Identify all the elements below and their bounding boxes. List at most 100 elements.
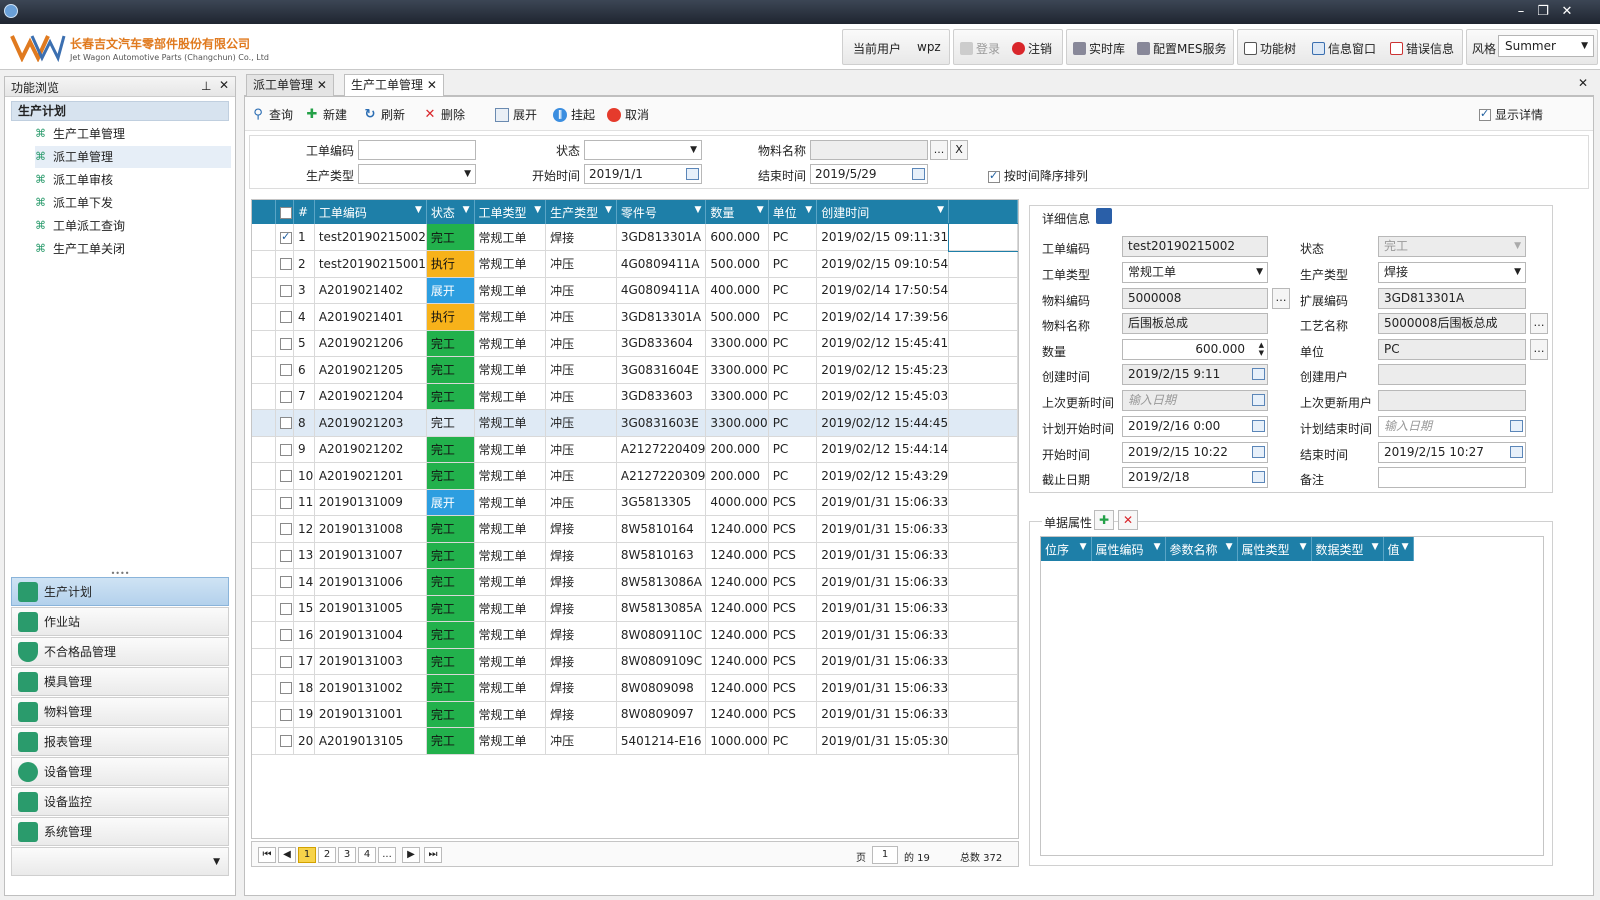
calendar-icon[interactable] bbox=[1252, 420, 1265, 432]
d-ext-code-input[interactable]: 3GD813301A bbox=[1378, 288, 1526, 309]
close-all-icon[interactable]: ✕ bbox=[1578, 76, 1588, 90]
col-header-part-no[interactable]: 零件号 ▼ bbox=[616, 200, 707, 224]
filter-icon[interactable]: ▼ bbox=[1402, 542, 1409, 552]
page-3-button[interactable]: 3 bbox=[338, 847, 356, 863]
props-col-type[interactable]: 属性类型 ▼ bbox=[1237, 537, 1312, 561]
filter-icon[interactable]: ▼ bbox=[695, 205, 702, 215]
props-col-value[interactable]: 值 ▼ bbox=[1383, 537, 1414, 561]
login-button[interactable]: 登录 bbox=[960, 40, 1000, 57]
prev-page-button[interactable]: ◀ bbox=[278, 847, 296, 863]
row-checkbox[interactable] bbox=[275, 383, 294, 410]
end-time-input[interactable]: 2019/5/29 bbox=[810, 164, 928, 184]
style-select[interactable]: Summer ▼ bbox=[1498, 35, 1594, 57]
d-start-input[interactable]: 2019/2/15 10:22 bbox=[1122, 442, 1268, 463]
col-header-prod-type[interactable]: 生产类型 ▼ bbox=[545, 200, 617, 224]
save-icon[interactable] bbox=[1096, 208, 1112, 224]
tree-item-order-dispatch-query[interactable]: ⌘ 工单派工查询 bbox=[35, 215, 125, 237]
page-more-button[interactable]: ... bbox=[378, 847, 396, 863]
close-icon[interactable]: ✕ bbox=[219, 78, 229, 92]
row-checkbox[interactable] bbox=[275, 436, 294, 463]
table-row[interactable]: 1test20190215002完工常规工单焊接3GD813301A600.00… bbox=[252, 223, 1018, 252]
material-clear-button[interactable]: X bbox=[950, 140, 968, 160]
next-page-button[interactable]: ▶ bbox=[402, 847, 420, 863]
table-row[interactable]: 13 20190131007 完工 常规工单 焊接 8W5810163 1240.000 PC… bbox=[252, 542, 1018, 569]
page-1-button[interactable]: 1 bbox=[298, 847, 316, 863]
row-checkbox[interactable] bbox=[275, 356, 294, 384]
page-4-button[interactable]: 4 bbox=[358, 847, 376, 863]
table-row[interactable]: 2 test20190215001 执行 常规工单 冲压 4G0809411A 500.00… bbox=[252, 250, 1018, 278]
filter-icon[interactable]: ▼ bbox=[463, 205, 470, 215]
table-row[interactable]: 3 A2019021402 展开 常规工单 冲压 4G0809411A 400.000 PC 2… bbox=[252, 277, 1018, 304]
tab-close-icon[interactable]: ✕ bbox=[427, 78, 437, 92]
col-header-qty[interactable]: 数量 ▼ bbox=[705, 200, 769, 224]
page-input[interactable]: 1 bbox=[872, 846, 898, 864]
tree-item-dispatch-review[interactable]: ⌘ 派工单审核 bbox=[35, 169, 113, 191]
row-checkbox[interactable] bbox=[275, 595, 294, 622]
delete-prop-button[interactable]: ✕ bbox=[1118, 510, 1138, 530]
table-row[interactable]: 6 A2019021205 完工 常规工单 冲压 3G0831604E 3300.000 PC… bbox=[252, 356, 1018, 384]
row-checkbox[interactable] bbox=[275, 409, 294, 437]
d-plan-start-input[interactable]: 2019/2/16 0:00 bbox=[1122, 416, 1268, 437]
tab-close-icon[interactable]: ✕ bbox=[317, 78, 327, 92]
d-process-browse-button[interactable]: … bbox=[1530, 313, 1548, 334]
d-plan-end-input[interactable]: 输入日期 bbox=[1378, 416, 1526, 437]
calendar-icon[interactable] bbox=[1252, 471, 1265, 483]
d-order-no-input[interactable]: test20190215002 bbox=[1122, 236, 1268, 257]
table-row[interactable]: 15 20190131005 完工 常规工单 焊接 8W5813085A 1240.000 P… bbox=[252, 595, 1018, 622]
nav-material-mgmt[interactable]: 物料管理 bbox=[11, 697, 229, 726]
select-all-header[interactable] bbox=[275, 200, 294, 224]
table-row[interactable]: 18 20190131002 完工 常规工单 焊接 8W0809098 1240.000 PC… bbox=[252, 674, 1018, 702]
row-checkbox[interactable] bbox=[275, 727, 294, 755]
col-header-unit[interactable]: 单位 ▼ bbox=[768, 200, 818, 224]
suspend-button[interactable]: ‖ 挂起 bbox=[553, 106, 595, 123]
calendar-icon[interactable] bbox=[1510, 446, 1523, 458]
table-row[interactable]: 20 A2019013105 完工 常规工单 冲压 5401214-E16 1000.000… bbox=[252, 727, 1018, 755]
filter-icon[interactable]: ▼ bbox=[605, 205, 612, 215]
table-row[interactable]: 11 20190131009 展开 常规工单 冲压 3G5813305 4000.000 PC… bbox=[252, 489, 1018, 516]
table-row[interactable]: 9 A2019021202 完工 常规工单 冲压 A2127220409 200.000 PC… bbox=[252, 436, 1018, 463]
row-checkbox[interactable] bbox=[275, 621, 294, 649]
d-remark-input[interactable] bbox=[1378, 467, 1526, 488]
table-row[interactable]: 7 A2019021204 完工 常规工单 冲压 3GD833603 3300.000 PC 2… bbox=[252, 383, 1018, 410]
row-checkbox[interactable] bbox=[275, 568, 294, 596]
calendar-icon[interactable] bbox=[1252, 394, 1265, 406]
tree-item-production-order-mgmt[interactable]: ⌘ 生产工单管理 bbox=[35, 123, 125, 145]
props-col-code[interactable]: 属性编码 ▼ bbox=[1091, 537, 1166, 561]
filter-icon[interactable]: ▼ bbox=[1226, 542, 1233, 552]
row-checkbox[interactable] bbox=[275, 648, 294, 675]
error-info-button[interactable]: 错误信息 bbox=[1390, 40, 1454, 57]
table-row[interactable]: 10 A2019021201 完工 常规工单 冲压 A2127220309 200.000 P… bbox=[252, 462, 1018, 490]
material-browse-button[interactable]: ... bbox=[930, 140, 948, 160]
props-col-param[interactable]: 参数名称 ▼ bbox=[1165, 537, 1238, 561]
table-row[interactable]: 14 20190131006 完工 常规工单 焊接 8W5813086A 1240.000 P… bbox=[252, 568, 1018, 596]
table-row[interactable]: 16 20190131004 完工 常规工单 焊接 8W0809110C 1240.000 P… bbox=[252, 621, 1018, 649]
nav-equipment-monitor[interactable]: 设备监控 bbox=[11, 787, 229, 816]
table-row[interactable]: 17 20190131003 完工 常规工单 焊接 8W0809109C 1240.000 P… bbox=[252, 648, 1018, 675]
row-checkbox[interactable] bbox=[275, 515, 294, 543]
col-header-status[interactable]: 状态 ▼ bbox=[426, 200, 475, 224]
row-checkbox[interactable] bbox=[275, 224, 294, 251]
nav-report-mgmt[interactable]: 报表管理 bbox=[11, 727, 229, 756]
nav-system-mgmt[interactable]: 系统管理 bbox=[11, 817, 229, 846]
row-checkbox[interactable] bbox=[275, 542, 294, 569]
filter-icon[interactable]: ▼ bbox=[805, 205, 812, 215]
d-unit-browse-button[interactable]: … bbox=[1530, 339, 1548, 360]
filter-icon[interactable]: ▼ bbox=[1300, 542, 1307, 552]
maximize-icon[interactable]: ❐ bbox=[1532, 2, 1554, 22]
start-time-input[interactable]: 2019/1/1 bbox=[584, 164, 702, 184]
calendar-icon[interactable] bbox=[686, 168, 699, 180]
tree-item-dispatch-issue[interactable]: ⌘ 派工单下发 bbox=[35, 192, 113, 214]
d-created-input[interactable]: 2019/2/15 9:11 bbox=[1122, 364, 1268, 385]
d-last-user-input[interactable] bbox=[1378, 390, 1526, 411]
minimize-icon[interactable]: – bbox=[1510, 2, 1532, 22]
d-creator-input[interactable] bbox=[1378, 364, 1526, 385]
order-no-input[interactable] bbox=[358, 140, 476, 160]
prod-type-select[interactable]: ▼ bbox=[358, 164, 476, 184]
filter-icon[interactable]: ▼ bbox=[1154, 542, 1161, 552]
col-header-index[interactable]: # bbox=[293, 200, 315, 224]
new-button[interactable]: ✚ 新建 bbox=[305, 106, 347, 123]
expand-button[interactable]: 展开 bbox=[495, 106, 537, 123]
calendar-icon[interactable] bbox=[912, 168, 925, 180]
row-checkbox[interactable] bbox=[275, 462, 294, 490]
table-row[interactable]: 5 A2019021206 完工 常规工单 冲压 3GD833604 3300.000 PC 2… bbox=[252, 330, 1018, 357]
